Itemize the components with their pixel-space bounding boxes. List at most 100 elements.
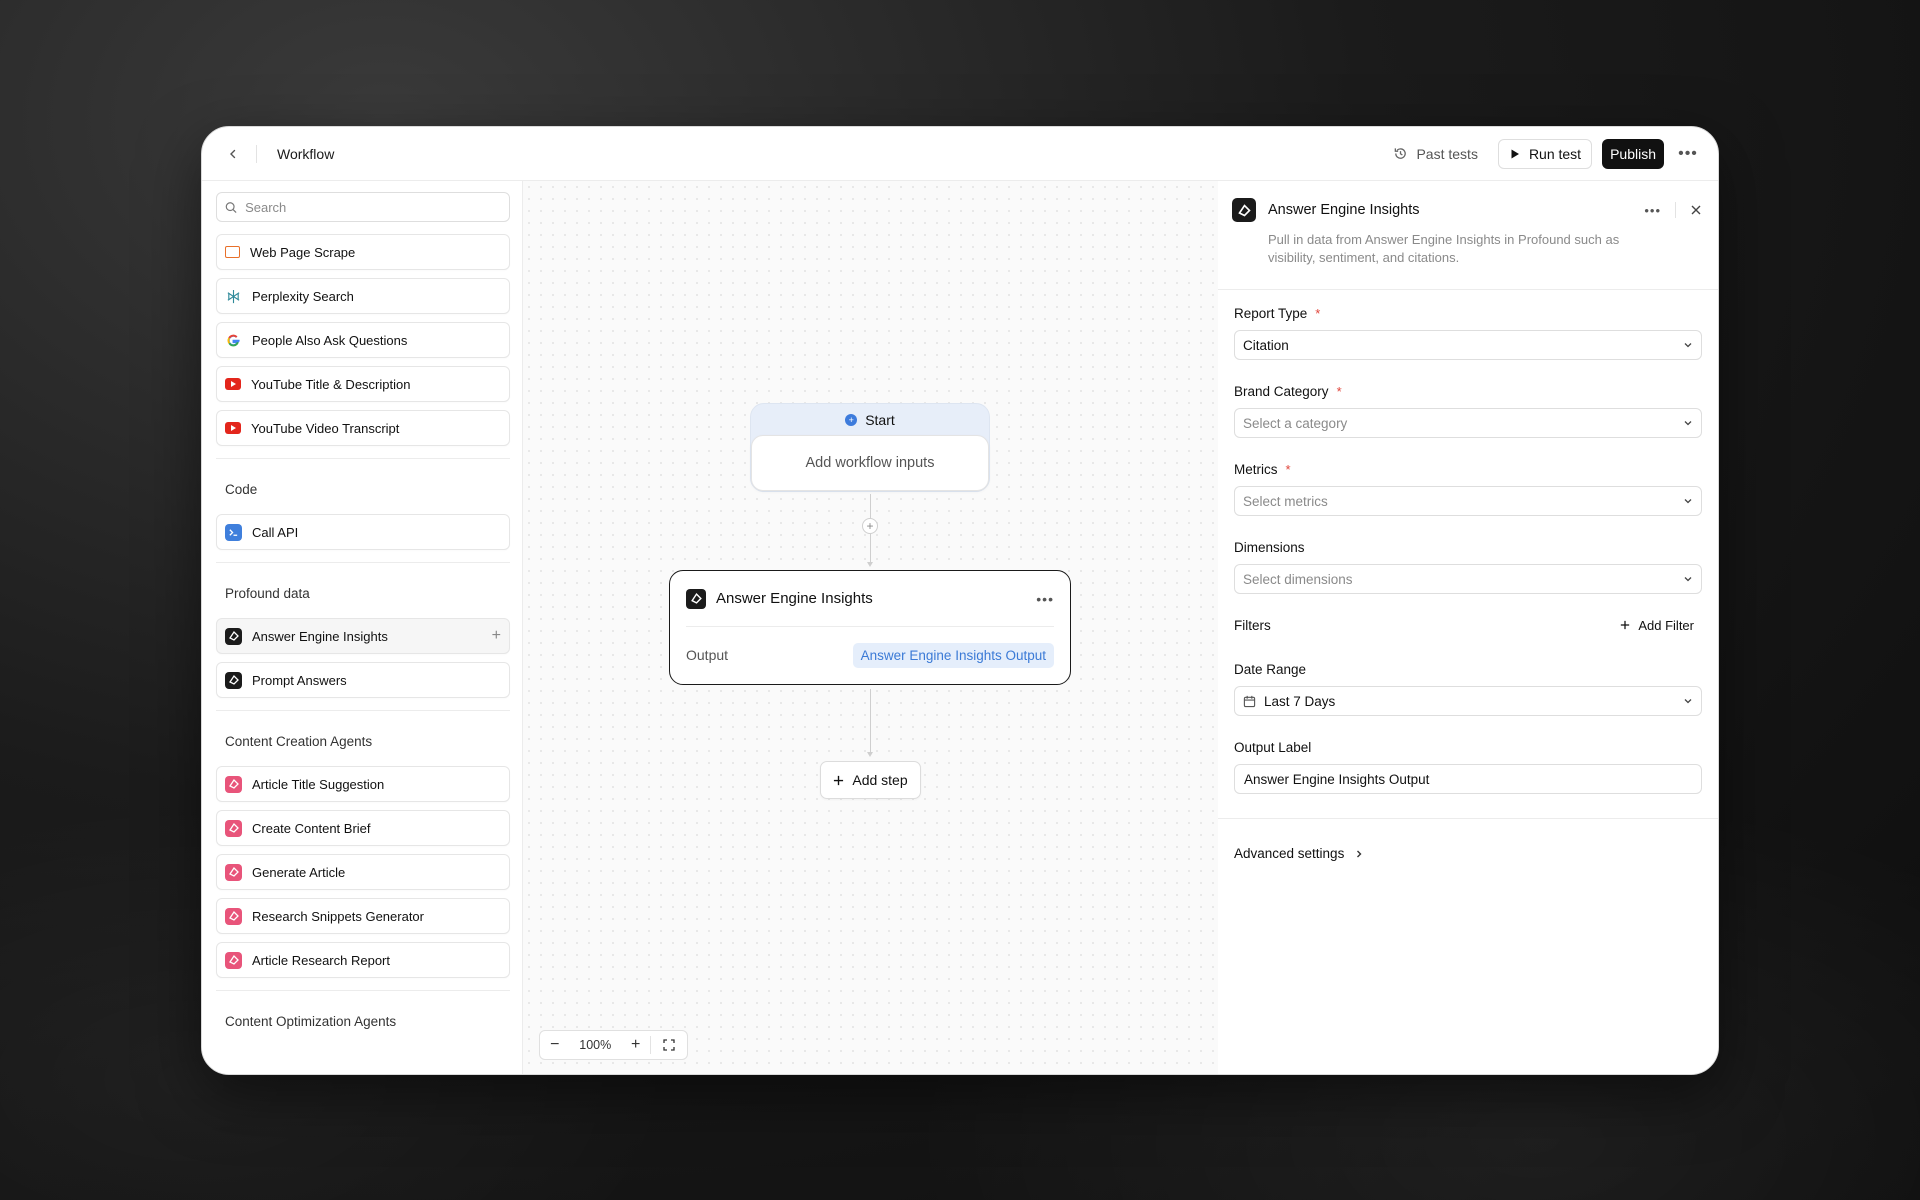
more-options-icon[interactable]: ••• [1674, 145, 1702, 163]
list-item-label: Article Research Report [252, 952, 390, 968]
list-item-youtube-title[interactable]: YouTube Title & Description [216, 366, 510, 402]
history-icon [1395, 148, 1407, 159]
add-filter-button[interactable]: Add Filter [1620, 618, 1702, 633]
agent-icon [225, 907, 242, 925]
list-item-research-snippets[interactable]: Research Snippets Generator [216, 898, 510, 934]
zoom-out-button[interactable]: − [540, 1031, 570, 1059]
divider [216, 562, 510, 563]
start-node[interactable]: + Start Add workflow inputs [750, 403, 990, 492]
filters-row: Filters Add Filter [1234, 616, 1702, 634]
list-item-create-content-brief[interactable]: Create Content Brief [216, 810, 510, 846]
publish-button[interactable]: Publish [1602, 138, 1664, 169]
start-node-header: + Start [751, 404, 989, 436]
arrow-down-icon [867, 752, 873, 757]
add-step-label: Add step [852, 772, 908, 788]
list-item-label: Generate Article [252, 864, 346, 880]
group-label-code: Code [225, 482, 258, 497]
list-item-article-research-report[interactable]: Article Research Report [216, 942, 510, 978]
output-variable-chip[interactable]: Answer Engine Insights Output [852, 642, 1054, 668]
chevron-down-icon [1684, 343, 1692, 348]
brand-category-label: Brand Category * [1234, 382, 1702, 400]
connector-line [870, 534, 871, 562]
zoom-in-button[interactable]: + [621, 1031, 651, 1059]
field-label-text: Output Label [1234, 739, 1312, 755]
header-actions: Past tests Run test Publish ••• [1383, 138, 1702, 169]
plus-icon [1621, 620, 1630, 630]
step-more-icon[interactable]: ••• [1036, 591, 1054, 607]
list-item-people-also-ask[interactable]: People Also Ask Questions [216, 322, 510, 358]
list-item-label: People Also Ask Questions [252, 332, 408, 348]
list-item-label: Research Snippets Generator [252, 908, 424, 924]
close-icon[interactable] [1690, 204, 1702, 216]
list-item-label: YouTube Video Transcript [251, 420, 400, 436]
advanced-settings-toggle[interactable]: Advanced settings [1218, 818, 1718, 888]
step-node-title: Answer Engine Insights [716, 590, 873, 607]
select-placeholder: Select dimensions [1243, 571, 1353, 587]
step-config-panel: Answer Engine Insights ••• Pull in data … [1218, 181, 1718, 1074]
field-label-text: Dimensions [1234, 539, 1305, 555]
back-button[interactable] [222, 143, 244, 165]
required-mark: * [1285, 461, 1291, 477]
filters-label: Filters [1234, 617, 1271, 633]
advanced-settings-label: Advanced settings [1234, 846, 1345, 861]
brand-category-select[interactable]: Select a category [1234, 408, 1702, 438]
list-item-article-title-suggestion[interactable]: Article Title Suggestion [216, 766, 510, 802]
fullscreen-button[interactable] [651, 1031, 687, 1059]
list-item-answer-engine-insights[interactable]: Answer Engine Insights + [216, 618, 510, 654]
perplexity-icon [225, 287, 242, 305]
select-placeholder: Select metrics [1243, 493, 1328, 509]
list-item-prompt-answers[interactable]: Prompt Answers [216, 662, 510, 698]
search-input[interactable] [245, 199, 501, 215]
panel-title: Answer Engine Insights [1268, 202, 1420, 218]
output-label: Output [686, 647, 729, 663]
date-range-label: Date Range [1234, 660, 1702, 678]
arrow-down-icon [867, 562, 873, 567]
panel-more-icon[interactable]: ••• [1644, 203, 1661, 218]
list-item-label: Perplexity Search [252, 288, 354, 304]
search-field[interactable] [216, 192, 510, 222]
list-item-perplexity-search[interactable]: Perplexity Search [216, 278, 510, 314]
add-step-icon[interactable]: + [492, 627, 501, 645]
calendar-icon [1243, 695, 1256, 707]
chevron-right-icon [1357, 850, 1362, 857]
list-item-call-api[interactable]: Call API [216, 514, 510, 550]
select-placeholder: Select a category [1243, 415, 1348, 431]
config-form: Report Type * Citation Brand Category * … [1218, 290, 1718, 794]
add-workflow-inputs[interactable]: Add workflow inputs [751, 435, 989, 491]
start-icon: + [845, 414, 858, 426]
metrics-select[interactable]: Select metrics [1234, 486, 1702, 516]
list-item-web-page-scrape[interactable]: Web Page Scrape [216, 234, 510, 270]
page-title: Workflow [277, 145, 335, 162]
output-label-input[interactable]: Answer Engine Insights Output [1234, 764, 1702, 794]
insert-step-icon[interactable]: + [862, 518, 878, 534]
app-window: Workflow Past tests Run test Publish •••… [201, 126, 1719, 1075]
youtube-icon [225, 378, 241, 390]
profound-icon [686, 588, 706, 609]
profound-icon [1232, 198, 1256, 222]
list-item-label: Prompt Answers [252, 672, 347, 688]
list-item-generate-article[interactable]: Generate Article [216, 854, 510, 890]
expand-icon [663, 1039, 675, 1051]
run-test-button[interactable]: Run test [1497, 138, 1593, 169]
workflow-canvas[interactable]: + Start Add workflow inputs + Answer Eng… [523, 181, 1218, 1074]
past-tests-button[interactable]: Past tests [1383, 146, 1487, 162]
dimensions-select[interactable]: Select dimensions [1234, 564, 1702, 594]
zoom-level: 100% [579, 1038, 612, 1052]
report-type-select[interactable]: Citation [1234, 330, 1702, 360]
step-node-header: Answer Engine Insights ••• [686, 571, 1054, 627]
field-label-text: Metrics [1234, 461, 1278, 477]
list-item-label: YouTube Title & Description [251, 376, 411, 392]
step-node-answer-engine-insights[interactable]: Answer Engine Insights ••• Output Answer… [669, 570, 1071, 685]
list-item-youtube-transcript[interactable]: YouTube Video Transcript [216, 410, 510, 446]
date-range-select[interactable]: Last 7 Days [1234, 686, 1702, 716]
divider [216, 710, 510, 711]
add-step-button[interactable]: Add step [820, 761, 921, 799]
list-item-label: Answer Engine Insights [252, 628, 388, 644]
chevron-left-icon [230, 149, 236, 158]
chevron-down-icon [1684, 699, 1692, 704]
group-label-content-creation: Content Creation Agents [225, 734, 373, 749]
connector-line [870, 689, 871, 753]
header-divider [256, 144, 257, 163]
list-item-label: Web Page Scrape [250, 244, 356, 260]
list-item-label: Create Content Brief [252, 820, 371, 836]
